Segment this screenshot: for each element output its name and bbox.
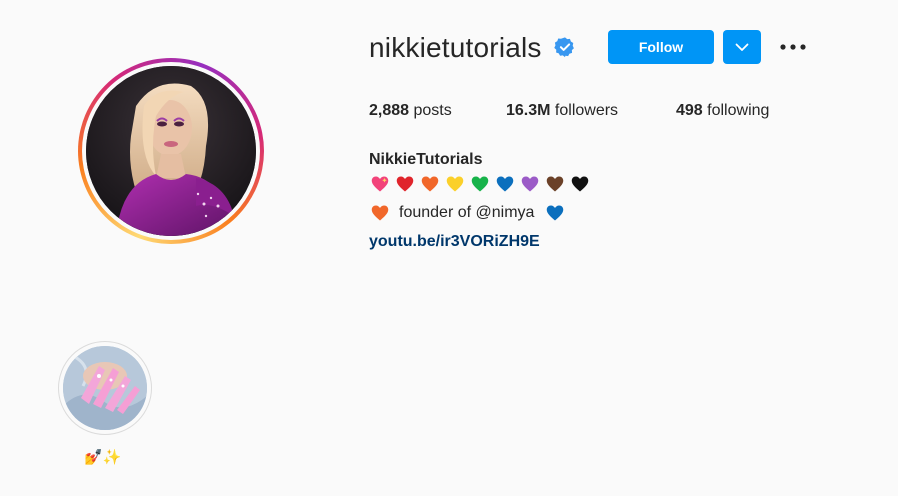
- highlight-label: 💅✨: [84, 449, 122, 466]
- stat-posts: 2,888 posts: [369, 99, 452, 123]
- profile-avatar[interactable]: [86, 66, 256, 236]
- bio-hearts-row: [371, 175, 589, 193]
- stat-following-value: 498: [676, 102, 703, 119]
- heart-icon: [446, 176, 464, 192]
- profile-avatar-story-ring[interactable]: [78, 58, 264, 244]
- heart-icon: [546, 176, 564, 192]
- bio-founder-text: founder of @nimya: [399, 204, 535, 221]
- stat-following[interactable]: 498 following: [676, 99, 769, 123]
- avatar-gap: [82, 62, 260, 240]
- nails-photo: [63, 346, 147, 430]
- highlight-cover: [63, 346, 147, 430]
- stat-followers-label: followers: [554, 102, 619, 119]
- heart-icon: [521, 176, 539, 192]
- ellipsis-icon: [780, 44, 806, 50]
- stat-followers-value: 16.3M: [506, 102, 551, 119]
- follow-button[interactable]: Follow: [608, 30, 714, 64]
- profile-username: nikkietutorials: [369, 32, 542, 63]
- orange-heart-icon: [371, 205, 389, 221]
- heart-icon: [371, 176, 389, 192]
- bio-external-link[interactable]: youtu.be/ir3VORiZH9E: [369, 230, 540, 254]
- heart-icon: [471, 176, 489, 192]
- verified-badge-icon: [554, 37, 574, 58]
- heart-icon: [496, 176, 514, 192]
- profile-display-name: NikkieTutorials: [369, 151, 483, 168]
- stat-posts-label: posts: [413, 102, 452, 119]
- heart-icon: [421, 176, 439, 192]
- bio-founder-line: founder of @nimya: [371, 201, 564, 225]
- blue-heart-icon: [547, 205, 564, 221]
- avatar-photo: [86, 66, 256, 236]
- suggested-accounts-dropdown-button[interactable]: [723, 30, 761, 64]
- story-highlight[interactable]: [58, 341, 152, 435]
- chevron-down-icon: [735, 43, 749, 51]
- stat-followers[interactable]: 16.3M followers: [506, 99, 618, 123]
- stat-following-label: following: [707, 102, 770, 119]
- profile-page: nikkietutorials Follow 2,888 posts 16.3M…: [0, 0, 898, 496]
- heart-icon: [396, 176, 414, 192]
- heart-icon: [571, 176, 589, 192]
- more-options-button[interactable]: [778, 35, 808, 59]
- stat-posts-value: 2,888: [369, 102, 410, 119]
